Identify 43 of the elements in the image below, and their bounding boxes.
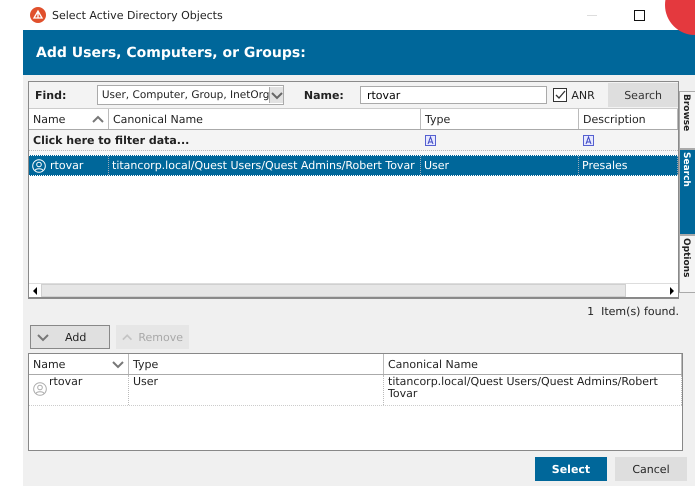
filter-prompt[interactable]: Click here to filter data...: [33, 134, 190, 146]
find-dropdown[interactable]: User, Computer, Group, InetOrg: [96, 85, 284, 105]
scroll-right-icon: [668, 286, 676, 296]
result-row[interactable]: rtovar titancorp.local/Quest Users/Quest Admins/Robert Tovar User Presales: [29, 155, 678, 176]
name-label: Name:: [304, 88, 345, 102]
anr-label: ANR: [571, 88, 596, 102]
side-tab[interactable]: Options: [679, 235, 695, 293]
table-cell: rtovar: [50, 159, 84, 172]
column-header[interactable]: Name: [29, 109, 109, 129]
name-field[interactable]: rtovar: [360, 86, 548, 104]
select-button[interactable]: Select: [535, 457, 607, 481]
table-cell: Presales: [582, 159, 628, 172]
column-header[interactable]: Name: [29, 354, 129, 374]
side-tab[interactable]: Browse: [679, 91, 695, 149]
table-cell-text: titancorp.local/Quest Users/Quest Admins/Robert Tovar: [388, 376, 659, 400]
found-label: Item(s) found.: [601, 304, 679, 318]
dialog-header: Add Users, Computers, or Groups:: [23, 30, 695, 75]
search-button[interactable]: Search: [608, 83, 678, 107]
column-header[interactable]: Type: [421, 109, 579, 129]
add-button[interactable]: Add: [30, 325, 110, 349]
maximize-button[interactable]: [634, 10, 645, 20]
user-icon: [32, 158, 46, 172]
result-count: 1: [587, 304, 594, 318]
checkmark-icon: [554, 89, 566, 101]
user-icon: [33, 382, 47, 396]
anr-checkbox[interactable]: [553, 88, 568, 102]
side-tab[interactable]: Search: [679, 149, 695, 235]
column-header[interactable]: Type: [129, 354, 384, 374]
table-cell: User: [133, 376, 158, 388]
column-header[interactable]: Canonical Name: [384, 354, 682, 374]
chevron-icon: [122, 332, 132, 342]
table-cell: titancorp.local/Quest Users/Quest Admins/Robert Tovar: [112, 159, 415, 172]
cancel-button[interactable]: Cancel: [615, 457, 687, 481]
find-label: Find:: [35, 88, 68, 102]
table-cell: rtovar: [49, 376, 82, 388]
column-header[interactable]: Canonical Name: [109, 109, 421, 129]
window-title: Select Active Directory Objects: [52, 8, 223, 22]
column-header[interactable]: Description: [579, 109, 678, 129]
horizontal-scrollbar[interactable]: [29, 283, 678, 298]
chevron-icon: [37, 332, 49, 342]
scroll-left-icon: [31, 286, 39, 296]
app-logo-icon: [30, 7, 46, 23]
table-cell: User: [424, 159, 450, 172]
